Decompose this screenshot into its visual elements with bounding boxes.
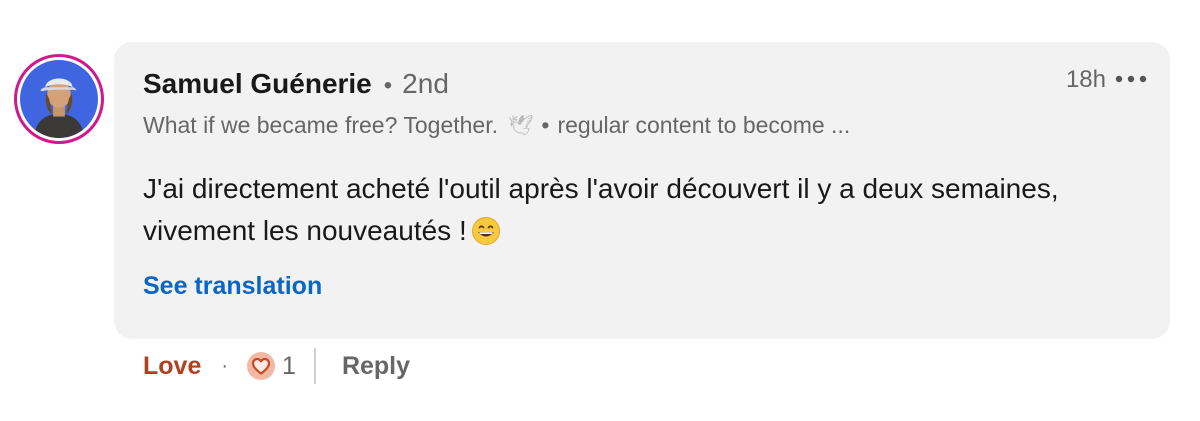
more-options-button[interactable] [1114, 72, 1148, 86]
headline-text-start: What if we became free? Together. [143, 112, 498, 138]
reply-button[interactable]: Reply [342, 352, 410, 381]
dove-icon: 🕊 [508, 115, 534, 137]
author-name[interactable]: Samuel Guénerie [143, 68, 372, 100]
headline-separator: • [541, 112, 550, 138]
see-translation-link[interactable]: See translation [143, 272, 322, 301]
headline-text-end: regular content to become ... [557, 112, 851, 138]
more-horizontal-icon [1115, 75, 1147, 83]
heart-reaction-icon[interactable] [246, 351, 276, 381]
connection-degree: 2nd [402, 68, 449, 99]
love-reaction-button[interactable]: Love [143, 352, 201, 381]
author-headline[interactable]: What if we became free? Together. 🕊 • re… [143, 112, 850, 139]
comment-timestamp: 18h [1065, 66, 1106, 93]
comment-text-content: J'ai directement acheté l'outil après l'… [143, 173, 1059, 246]
comment-text: J'ai directement acheté l'outil après l'… [143, 168, 1123, 252]
comment-bubble: Samuel Guénerie • 2nd What if we became … [114, 42, 1170, 339]
actions-separator: · [221, 354, 229, 377]
author-avatar[interactable] [14, 54, 104, 144]
avatar-photo [20, 60, 98, 138]
grinning-face-icon [471, 217, 500, 245]
reaction-count[interactable]: 1 [282, 352, 296, 381]
actions-divider [313, 348, 316, 384]
name-separator: • [383, 72, 393, 99]
comment-actions: Love · 1 Reply [143, 344, 410, 388]
author-row: Samuel Guénerie • 2nd [143, 68, 449, 100]
